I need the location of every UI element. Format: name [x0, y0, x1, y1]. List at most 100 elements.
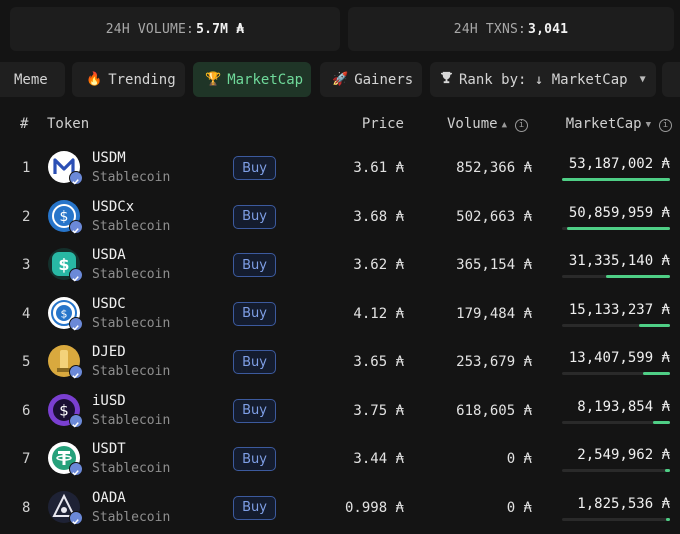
stat-24h-volume: 24H VOLUME: 5.7M ₳ — [10, 7, 340, 51]
header-marketcap[interactable]: MarketCap ▼ i — [566, 116, 672, 132]
stat-volume-value: 5.7M ₳ — [196, 21, 245, 37]
token-price: 3.68 ₳ — [353, 208, 404, 225]
token-category: Stablecoin — [92, 461, 171, 476]
buy-button[interactable]: Buy — [233, 350, 276, 374]
marketcap-bar — [562, 178, 670, 181]
buy-button[interactable]: Buy — [233, 398, 276, 423]
table-row[interactable]: 6 $ iUSD Stablecoin Buy 3.75 ₳ 618,605 ₳… — [0, 387, 680, 436]
token-price: 3.44 ₳ — [353, 451, 404, 467]
token-price: 3.62 ₳ — [353, 257, 404, 273]
token-volume: 179,484 ₳ — [456, 305, 532, 322]
header-rank: # — [20, 116, 29, 132]
marketcap-bar — [562, 275, 670, 278]
row-rank: 8 — [22, 499, 31, 516]
tab-overflow[interactable] — [662, 62, 680, 97]
chevron-down-icon[interactable]: ▼ — [646, 120, 651, 130]
stat-txns-value: 3,041 — [528, 21, 569, 37]
token-marketcap: 50,859,959 ₳ — [568, 204, 670, 221]
trophy-outline-icon — [440, 71, 453, 88]
marketcap-bar-fill — [653, 420, 670, 424]
token-symbol[interactable]: USDC — [92, 296, 126, 312]
marketcap-bar-fill — [606, 275, 670, 278]
token-volume: 365,154 ₳ — [456, 257, 532, 273]
token-symbol[interactable]: USDM — [92, 150, 126, 166]
token-category: Stablecoin — [92, 170, 171, 185]
djed-logo — [47, 344, 83, 379]
marketcap-bar — [562, 226, 670, 230]
token-marketcap: 15,133,237 ₳ — [568, 301, 670, 318]
marketcap-bar-fill — [639, 323, 670, 327]
tab-marketcap[interactable]: 🏆 MarketCap — [193, 62, 311, 97]
tab-gainers-label: Gainers — [354, 71, 414, 88]
iusd-logo: $ — [47, 393, 83, 428]
marketcap-bar-fill — [642, 372, 670, 375]
header-volume[interactable]: Volume ▲ i — [447, 116, 528, 132]
token-category: Stablecoin — [92, 315, 171, 331]
verified-badge-icon — [69, 413, 83, 428]
token-category: Stablecoin — [92, 364, 171, 379]
usda-logo: $ — [47, 247, 83, 282]
verified-badge-icon — [69, 171, 83, 185]
tab-marketcap-label: MarketCap — [227, 71, 304, 88]
filter-tabs: Meme 🔥 Trending 🏆 MarketCap 🚀 Gainers Ra… — [0, 60, 680, 100]
token-marketcap: 2,549,962 ₳ — [577, 447, 670, 463]
token-table: 1 USDM Stablecoin Buy 3.61 ₳ 852,366 ₳ 5… — [0, 144, 680, 532]
tab-meme[interactable]: Meme — [0, 62, 65, 97]
header-volume-label: Volume — [447, 116, 498, 132]
verified-badge-icon — [69, 268, 83, 282]
token-symbol[interactable]: USDT — [92, 441, 126, 457]
token-price: 3.75 ₳ — [353, 402, 404, 419]
buy-button[interactable]: Buy — [233, 156, 276, 180]
verified-badge-icon — [69, 316, 83, 331]
row-rank: 1 — [22, 160, 31, 176]
token-symbol[interactable]: USDA — [92, 247, 126, 263]
token-volume: 852,366 ₳ — [456, 160, 532, 176]
token-symbol[interactable]: OADA — [92, 490, 126, 506]
tab-trending[interactable]: 🔥 Trending — [72, 62, 185, 97]
table-row[interactable]: 8 OADA Stablecoin Buy 0.998 ₳ 0 ₳ 1,825,… — [0, 484, 680, 533]
header-price[interactable]: Price — [362, 116, 404, 132]
token-volume: 0 ₳ — [506, 499, 532, 516]
rank-by-label: Rank by: ↓ MarketCap — [459, 71, 628, 88]
token-volume: 618,605 ₳ — [456, 402, 532, 419]
buy-button[interactable]: Buy — [233, 253, 276, 277]
table-row[interactable]: 2 $ USDCx Stablecoin Buy 3.68 ₳ 502,663 … — [0, 193, 680, 242]
row-rank: 5 — [22, 354, 31, 370]
svg-text:$: $ — [59, 401, 69, 419]
verified-badge-icon — [69, 510, 83, 525]
table-row[interactable]: 3 $ USDA Stablecoin Buy 3.62 ₳ 365,154 ₳… — [0, 241, 680, 290]
table-row[interactable]: 4 $ USDC Stablecoin Buy 4.12 ₳ 179,484 ₳… — [0, 290, 680, 339]
buy-button[interactable]: Buy — [233, 204, 276, 229]
token-marketcap: 31,335,140 ₳ — [568, 253, 670, 269]
token-price: 0.998 ₳ — [344, 499, 404, 516]
buy-button[interactable]: Buy — [233, 301, 276, 326]
usdm-logo — [47, 150, 83, 185]
usdc-logo: $ — [47, 296, 83, 331]
marketcap-bar-fill — [562, 178, 670, 181]
token-symbol[interactable]: iUSD — [92, 393, 126, 409]
caret-down-icon: ▼ — [639, 74, 646, 85]
table-row[interactable]: 7 USDT Stablecoin Buy 3.44 ₳ 0 ₳ 2,549,9… — [0, 435, 680, 484]
tab-gainers[interactable]: 🚀 Gainers — [320, 62, 422, 97]
sort-icon[interactable]: ▲ — [502, 120, 507, 130]
token-marketcap: 8,193,854 ₳ — [577, 398, 670, 415]
token-symbol[interactable]: USDCx — [92, 199, 134, 215]
rank-by-dropdown[interactable]: Rank by: ↓ MarketCap ▼ — [430, 62, 656, 97]
buy-button[interactable]: Buy — [233, 495, 276, 520]
stat-24h-txns: 24H TXNS: 3,041 — [348, 7, 674, 51]
token-symbol[interactable]: DJED — [92, 344, 126, 360]
marketcap-bar-fill — [566, 226, 670, 230]
usdcx-logo: $ — [47, 199, 83, 234]
row-rank: 7 — [22, 451, 31, 467]
token-volume: 502,663 ₳ — [456, 208, 532, 225]
table-row[interactable]: 1 USDM Stablecoin Buy 3.61 ₳ 852,366 ₳ 5… — [0, 144, 680, 193]
marketcap-bar — [562, 420, 670, 424]
verified-badge-icon — [69, 365, 83, 379]
info-icon[interactable]: i — [659, 119, 672, 132]
table-header: # Token Price Volume ▲ i MarketCap ▼ i — [0, 112, 680, 138]
fire-icon: 🔥 — [86, 72, 103, 87]
marketcap-bar-fill — [664, 469, 670, 472]
buy-button[interactable]: Buy — [233, 447, 276, 471]
info-icon[interactable]: i — [515, 119, 528, 132]
table-row[interactable]: 5 DJED Stablecoin Buy 3.65 ₳ 253,679 ₳ 1… — [0, 338, 680, 387]
